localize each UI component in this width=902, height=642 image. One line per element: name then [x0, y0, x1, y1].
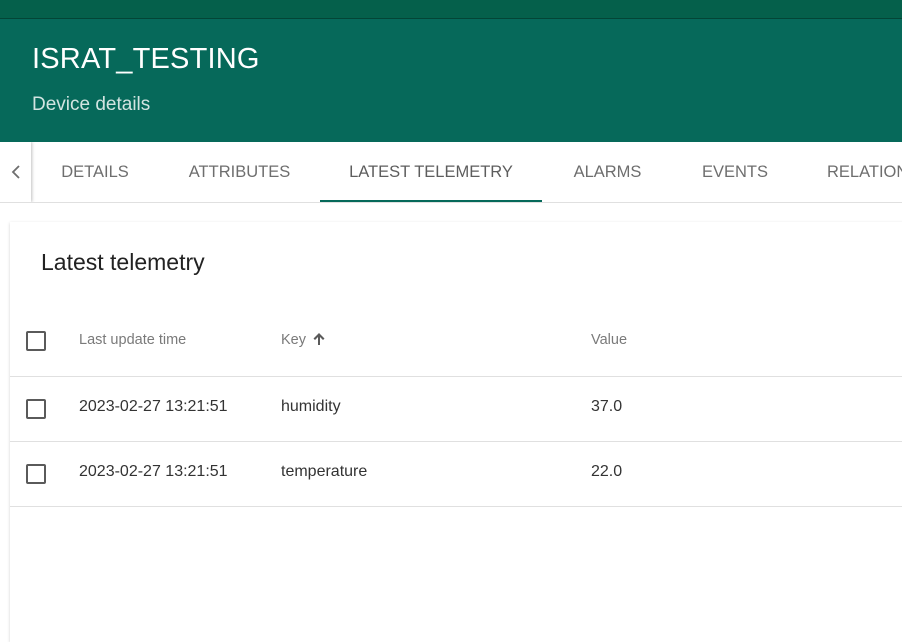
cell-last-update-time: 2023-02-27 13:21:51 [79, 463, 228, 480]
cell-last-update-time: 2023-02-27 13:21:51 [79, 398, 228, 415]
chevron-left-icon [11, 165, 20, 179]
tab-events[interactable]: EVENTS [673, 142, 797, 202]
top-toolbar-strip [0, 0, 902, 19]
row-checkbox[interactable] [26, 399, 46, 419]
column-header-last-update-time[interactable]: Last update time [79, 332, 186, 348]
cell-key: temperature [281, 463, 368, 480]
tab-scroll-left-button[interactable] [0, 142, 31, 202]
cell-value: 22.0 [591, 463, 623, 480]
tab-relations[interactable]: RELATIONS [797, 142, 902, 202]
cell-value: 37.0 [591, 398, 623, 415]
column-header-value[interactable]: Value [591, 332, 627, 348]
telemetry-card: Latest telemetry Last update time Key Va… [10, 222, 902, 642]
tab-bar: DETAILS ATTRIBUTES LATEST TELEMETRY ALAR… [0, 142, 902, 203]
table-row[interactable]: 2023-02-27 13:21:51 temperature 22.0 [10, 442, 902, 507]
tab-latest-telemetry[interactable]: LATEST TELEMETRY [320, 142, 542, 202]
card-title: Latest telemetry [41, 249, 205, 275]
page-subtitle: Device details [32, 94, 151, 115]
column-header-key-label: Key [281, 332, 306, 348]
arrow-up-icon [313, 332, 325, 345]
tab-alarms[interactable]: ALARMS [542, 142, 673, 202]
column-header-key[interactable]: Key [281, 332, 326, 348]
table-row[interactable]: 2023-02-27 13:21:51 humidity 37.0 [10, 377, 902, 442]
table-header-row: Last update time Key Value [10, 308, 902, 377]
device-header: ISRAT_TESTING Device details [0, 19, 902, 142]
cell-key: humidity [281, 398, 341, 415]
select-all-checkbox[interactable] [26, 331, 46, 351]
tab-attributes[interactable]: ATTRIBUTES [159, 142, 320, 202]
row-checkbox[interactable] [26, 464, 46, 484]
page-title: ISRAT_TESTING [32, 43, 260, 75]
tab-details[interactable]: DETAILS [31, 142, 159, 202]
